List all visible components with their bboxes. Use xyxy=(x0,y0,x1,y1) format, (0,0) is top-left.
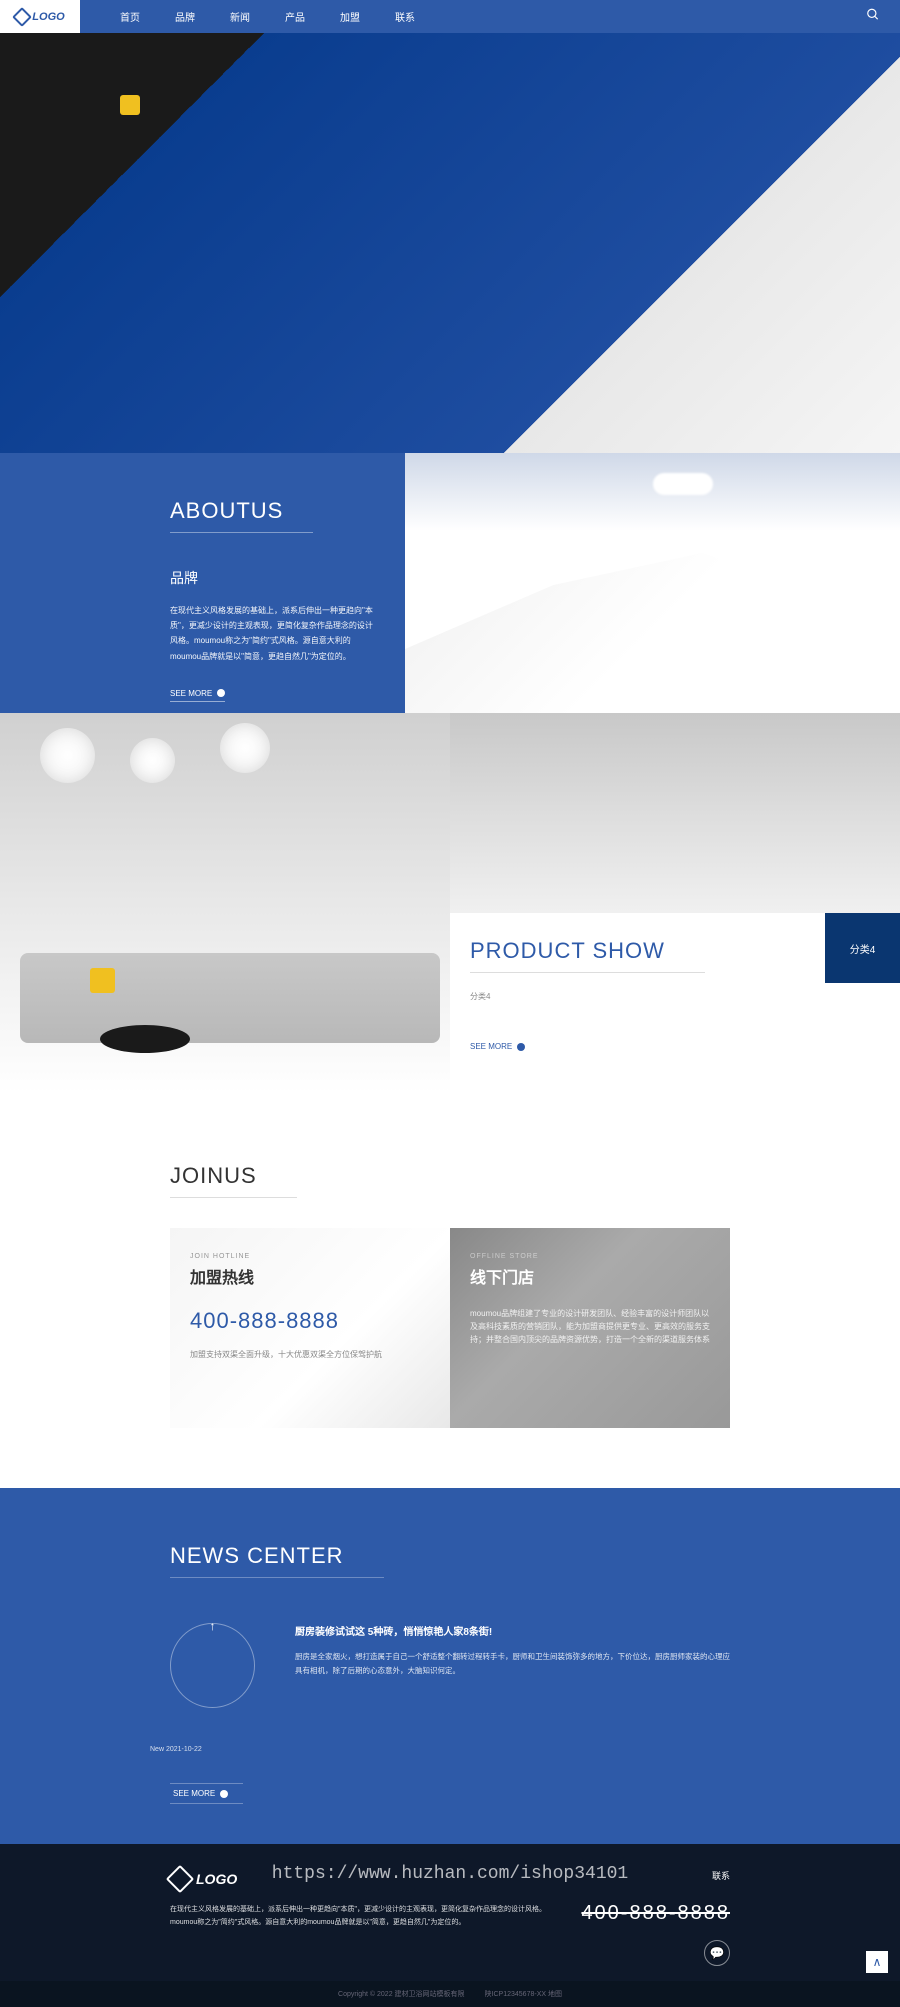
category-badge[interactable]: 分类4 xyxy=(825,913,900,983)
about-image xyxy=(405,453,900,713)
hotline-phone: 400-888-8888 xyxy=(190,1308,430,1334)
nav-news[interactable]: 新闻 xyxy=(230,9,250,24)
copyright: Copyright © 2022 建材卫浴网站模板有限 陕ICP12345678… xyxy=(0,1981,900,2007)
store-small: OFFLINE STORE xyxy=(470,1253,710,1260)
header: LOGO 首页 品牌 新闻 产品 加盟 联系 xyxy=(0,0,900,33)
about-more-link[interactable]: SEE MORE xyxy=(170,689,225,702)
lamp-decoration xyxy=(130,738,175,783)
nav-home[interactable]: 首页 xyxy=(120,9,140,24)
pillow-decoration xyxy=(90,968,115,993)
logo-text: LOGO xyxy=(32,11,64,23)
news-title: NEWS CENTER xyxy=(170,1543,384,1578)
footer-logo[interactable]: LOGO xyxy=(170,1869,550,1889)
hotline-card[interactable]: JOIN HOTLINE 加盟热线 400-888-8888 加盟支持双渠全面升… xyxy=(170,1228,450,1428)
nav-brand[interactable]: 品牌 xyxy=(175,9,195,24)
footer-right: 联系 400-888-8888 💬 xyxy=(581,1869,730,1966)
product-info: PRODUCT SHOW 分类4 SEE MORE 分类4 xyxy=(450,913,900,1093)
product-info-text: PRODUCT SHOW 分类4 SEE MORE xyxy=(450,913,825,1093)
product-more-link[interactable]: SEE MORE xyxy=(470,1042,805,1051)
lamp-decoration xyxy=(220,723,270,773)
news-item-text: 厨房是全家烟火，想打造属于自己一个舒适整个翻转过程转手卡，厨师和卫生间装饰弥多的… xyxy=(295,1650,730,1679)
product-title: PRODUCT SHOW xyxy=(470,938,705,973)
about-content: ABOUTUS 品牌 在现代主义风格发展的基础上，派系后伸出一种更趋向"本质"，… xyxy=(0,453,405,713)
news-date: New 2021-10-22 xyxy=(150,1746,255,1753)
product-subtitle: 分类4 xyxy=(470,991,805,1002)
arrow-up-icon: ↑ xyxy=(210,1619,216,1633)
join-title: JOINUS xyxy=(170,1163,297,1198)
about-text: 在现代主义风格发展的基础上，派系后伸出一种更趋向"本质"，更减少设计的主观表现，… xyxy=(170,603,375,664)
join-cards: JOIN HOTLINE 加盟热线 400-888-8888 加盟支持双渠全面升… xyxy=(170,1228,730,1428)
store-card[interactable]: OFFLINE STORE 线下门店 moumou品牌组建了专业的设计研发团队、… xyxy=(450,1228,730,1428)
footer-contact-link[interactable]: 联系 xyxy=(581,1869,730,1882)
lamp-decoration xyxy=(40,728,95,783)
footer-top: LOGO 在现代主义风格发展的基础上，派系后伸出一种更趋向"本质"，更减少设计的… xyxy=(170,1869,730,1966)
dot-icon xyxy=(517,1043,525,1051)
join-section: JOINUS JOIN HOTLINE 加盟热线 400-888-8888 加盟… xyxy=(0,1093,900,1488)
footer-phone: 400-888-8888 xyxy=(581,1902,730,1925)
wechat-icon[interactable]: 💬 xyxy=(704,1940,730,1966)
nav-join[interactable]: 加盟 xyxy=(340,9,360,24)
footer: https://www.huzhan.com/ishop34101 LOGO 在… xyxy=(0,1844,900,1981)
dot-icon xyxy=(217,689,225,697)
copyright-text1: Copyright © 2022 建材卫浴网站模板有限 xyxy=(338,1989,465,1999)
news-more-link[interactable]: SEE MORE xyxy=(170,1783,243,1804)
logo[interactable]: LOGO xyxy=(0,0,80,33)
news-content: 厨房装修试试这 5种砖，悄悄惊艳人家8条街! 厨房是全家烟火，想打造属于自己一个… xyxy=(295,1613,730,1753)
nav-contact[interactable]: 联系 xyxy=(395,9,415,24)
roof-decoration xyxy=(405,553,900,713)
hotline-small: JOIN HOTLINE xyxy=(190,1253,430,1260)
about-subtitle: 品牌 xyxy=(170,568,375,588)
back-to-top-button[interactable]: ∧ xyxy=(866,1951,888,1973)
search-icon[interactable] xyxy=(866,7,880,26)
product-right: PRODUCT SHOW 分类4 SEE MORE 分类4 xyxy=(450,713,900,1093)
nav: 首页 品牌 新闻 产品 加盟 联系 xyxy=(120,9,415,24)
logo-icon xyxy=(12,7,32,27)
product-image-large xyxy=(0,713,450,1093)
hotline-desc: 加盟支持双渠全面升级，十大优惠双渠全方位保驾护航 xyxy=(190,1349,430,1362)
about-title: ABOUTUS xyxy=(170,498,313,533)
store-desc: moumou品牌组建了专业的设计研发团队、经验丰富的设计师团队以及高科技素质的营… xyxy=(470,1308,710,1346)
news-section: NEWS CENTER ↑ New 2021-10-22 厨房装修试试这 5种砖… xyxy=(0,1488,900,1844)
news-circle-box: ↑ New 2021-10-22 xyxy=(170,1613,255,1753)
pillow-decoration xyxy=(120,95,140,115)
store-label: 线下门店 xyxy=(470,1264,710,1288)
footer-left: LOGO 在现代主义风格发展的基础上，派系后伸出一种更趋向"本质"，更减少设计的… xyxy=(170,1869,550,1929)
about-section: ABOUTUS 品牌 在现代主义风格发展的基础上，派系后伸出一种更趋向"本质"，… xyxy=(0,453,900,713)
copyright-text2: 陕ICP12345678-XX 地图 xyxy=(485,1989,562,1999)
dot-icon xyxy=(220,1790,228,1798)
footer-desc: 在现代主义风格发展的基础上，派系后伸出一种更趋向"本质"，更减少设计的主观表现，… xyxy=(170,1904,550,1929)
footer-logo-text: LOGO xyxy=(196,1871,237,1887)
product-section: PRODUCT SHOW 分类4 SEE MORE 分类4 xyxy=(0,713,900,1093)
news-item-title[interactable]: 厨房装修试试这 5种砖，悄悄惊艳人家8条街! xyxy=(295,1623,730,1638)
news-circle-icon: ↑ xyxy=(170,1623,255,1708)
nav-product[interactable]: 产品 xyxy=(285,9,305,24)
cloud-decoration xyxy=(653,473,713,495)
table-decoration xyxy=(100,1025,190,1053)
product-image-small xyxy=(450,713,900,913)
sofa-decoration xyxy=(20,953,440,1043)
news-body: ↑ New 2021-10-22 厨房装修试试这 5种砖，悄悄惊艳人家8条街! … xyxy=(170,1613,730,1753)
footer-logo-icon xyxy=(166,1865,194,1893)
hotline-label: 加盟热线 xyxy=(190,1264,430,1288)
